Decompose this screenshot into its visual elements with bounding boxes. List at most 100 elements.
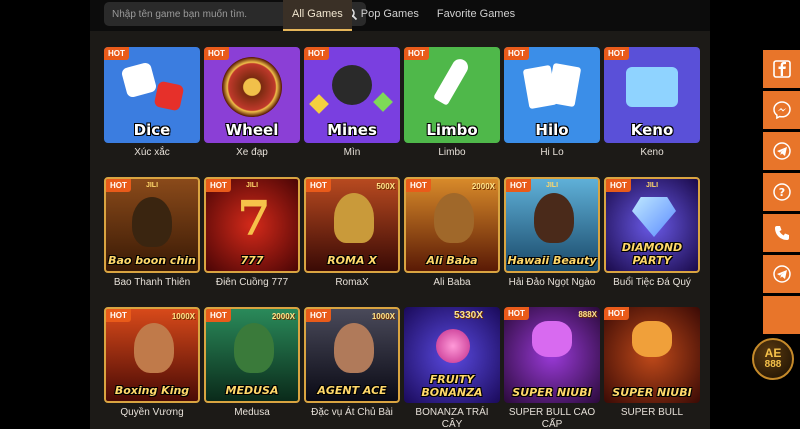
multiplier-badge: 1000X xyxy=(171,312,195,321)
tile-label: Mines xyxy=(327,121,377,139)
tile-label: SUPER NIUBI xyxy=(512,386,592,399)
svg-text:?: ? xyxy=(778,186,784,199)
telegram-button-2[interactable] xyxy=(763,255,800,293)
game-name: Medusa xyxy=(234,407,270,418)
hot-badge: HOT xyxy=(604,307,629,320)
game-card-hilo[interactable]: HOT Hilo Hi Lo xyxy=(504,47,600,159)
game-name: SUPER BULL CAO CẤP xyxy=(508,407,596,429)
help-button[interactable]: ? xyxy=(763,173,800,211)
ae888-chat-badge[interactable]: AE 888 xyxy=(752,338,794,380)
game-card-ali-baba[interactable]: HOT 2000X Ali Baba Ali Baba xyxy=(404,177,500,289)
tile-label: Hilo xyxy=(535,121,569,139)
game-thumbnail[interactable]: HOT JILI Hawaii Beauty xyxy=(504,177,600,273)
game-card-super-bull-deluxe[interactable]: HOT 888X SUPER NIUBI SUPER BULL CAO CẤP xyxy=(504,307,600,429)
game-thumbnail[interactable]: 5330X FRUITY BONANZA xyxy=(404,307,500,403)
game-thumbnail[interactable]: HOT Wheel xyxy=(204,47,300,143)
game-name: Quyền Vương xyxy=(120,407,184,418)
game-thumbnail[interactable]: HOT 1000X AGENT ACE xyxy=(304,307,400,403)
hot-badge: HOT xyxy=(504,47,529,60)
multiplier-badge: 2000X xyxy=(271,312,295,321)
hot-badge: HOT xyxy=(206,179,231,192)
sidebar-blank-button[interactable] xyxy=(763,296,800,334)
tile-label: Keno xyxy=(630,121,674,139)
roulette-wheel-icon xyxy=(222,57,282,117)
game-name: Điên Cuồng 777 xyxy=(215,277,289,288)
game-thumbnail[interactable]: HOT Hilo xyxy=(504,47,600,143)
tile-label: SUPER NIUBI xyxy=(612,386,692,399)
game-name: Limbo xyxy=(438,147,466,158)
game-thumbnail[interactable]: HOT JILI Bao boon chin xyxy=(104,177,200,273)
dice-icon xyxy=(153,80,185,112)
messenger-icon xyxy=(772,101,791,120)
game-name: Đặc vụ Át Chủ Bài xyxy=(311,407,393,418)
seven-icon: 7 xyxy=(237,191,271,247)
game-card-medusa[interactable]: HOT 2000X MEDUSA Medusa xyxy=(204,307,300,419)
multiplier-badge: 500X xyxy=(376,182,395,191)
game-thumbnail[interactable]: HOT JILI 7 777 xyxy=(204,177,300,273)
hot-badge: HOT xyxy=(604,47,629,60)
game-thumbnail[interactable]: HOT 2000X MEDUSA xyxy=(204,307,300,403)
game-card-bao-thanh-thien[interactable]: HOT JILI Bao boon chin Bao Thanh Thiên xyxy=(104,177,200,289)
game-card-fruity-bonanza[interactable]: 5330X FRUITY BONANZA BONANZA TRÁI CÂY xyxy=(404,307,500,429)
multiplier-badge: 888X xyxy=(578,310,597,319)
game-thumbnail[interactable]: HOT 888X SUPER NIUBI xyxy=(504,307,600,403)
chat-badge-line2: 888 xyxy=(764,359,782,370)
tile-label: Ali Baba xyxy=(426,254,478,267)
game-thumbnail[interactable]: HOT Dice xyxy=(104,47,200,143)
facebook-button[interactable] xyxy=(763,50,800,88)
tab-favorite-games[interactable]: Favorite Games xyxy=(428,0,524,31)
game-card-romax[interactable]: HOT 500X ROMA X RomaX xyxy=(304,177,400,289)
fruit-icon xyxy=(436,329,470,363)
tile-label: Wheel xyxy=(225,121,279,139)
hot-badge: HOT xyxy=(206,309,231,322)
multiplier-badge: 2000X xyxy=(471,182,495,191)
game-name: Xúc xắc xyxy=(134,147,170,158)
hot-badge: HOT xyxy=(304,47,329,60)
game-thumbnail[interactable]: HOT 2000X Ali Baba xyxy=(404,177,500,273)
phone-button[interactable] xyxy=(763,214,800,252)
game-name: Bao Thanh Thiên xyxy=(113,277,191,288)
messenger-button[interactable] xyxy=(763,91,800,129)
hot-badge: HOT xyxy=(406,179,431,192)
tile-label: Dice xyxy=(133,121,171,139)
game-card-diamond-party[interactable]: HOT JILI DIAMOND PARTY Buổi Tiệc Đá Quý xyxy=(604,177,700,289)
tile-label: Bao boon chin xyxy=(108,254,196,267)
hot-badge: HOT xyxy=(504,307,529,320)
tile-label: ROMA X xyxy=(327,254,377,267)
tab-all-games[interactable]: All Games xyxy=(283,0,352,31)
game-thumbnail[interactable]: HOT Limbo xyxy=(404,47,500,143)
game-thumbnail[interactable]: HOT Keno xyxy=(604,47,700,143)
top-bar: All Games Pop Games Favorite Games xyxy=(90,0,710,31)
game-card-hawaii-beauty[interactable]: HOT JILI Hawaii Beauty Hải Đảo Ngọt Ngào xyxy=(504,177,600,289)
game-thumbnail[interactable]: HOT SUPER NIUBI xyxy=(604,307,700,403)
keno-board-icon xyxy=(626,67,678,107)
hot-badge: HOT xyxy=(306,309,331,322)
game-thumbnail[interactable]: HOT 1000X Boxing King xyxy=(104,307,200,403)
game-card-mines[interactable]: HOT Mines Mìn xyxy=(304,47,400,159)
game-thumbnail[interactable]: HOT Mines xyxy=(304,47,400,143)
game-card-keno[interactable]: HOT Keno Keno xyxy=(604,47,700,159)
game-name: Mìn xyxy=(343,147,361,158)
game-name: Hi Lo xyxy=(540,147,564,158)
game-card-wheel[interactable]: HOT Wheel Xe đạp xyxy=(204,47,300,159)
tile-label: 777 xyxy=(240,254,264,267)
game-thumbnail[interactable]: HOT JILI DIAMOND PARTY xyxy=(604,177,700,273)
game-name: Buổi Tiệc Đá Quý xyxy=(613,277,691,288)
telegram-button[interactable] xyxy=(763,132,800,170)
tile-label: Boxing King xyxy=(114,384,190,397)
tile-label: MEDUSA xyxy=(225,384,279,397)
tile-label: FRUITY BONANZA xyxy=(421,373,483,399)
game-card-dice[interactable]: HOT Dice Xúc xắc xyxy=(104,47,200,159)
game-card-super-bull[interactable]: HOT SUPER NIUBI SUPER BULL xyxy=(604,307,700,419)
playing-card-icon xyxy=(546,62,582,108)
game-card-limbo[interactable]: HOT Limbo Limbo xyxy=(404,47,500,159)
tab-pop-games[interactable]: Pop Games xyxy=(352,0,428,31)
game-card-agent-ace[interactable]: HOT 1000X AGENT ACE Đặc vụ Át Chủ Bài xyxy=(304,307,400,419)
game-name: Keno xyxy=(640,147,664,158)
game-thumbnail[interactable]: HOT 500X ROMA X xyxy=(304,177,400,273)
tile-label: Limbo xyxy=(426,121,478,139)
game-card-crazy-777[interactable]: HOT JILI 7 777 Điên Cuồng 777 xyxy=(204,177,300,289)
chat-badge-line1: AE xyxy=(764,346,782,360)
game-card-boxing-king[interactable]: HOT 1000X Boxing King Quyền Vương xyxy=(104,307,200,419)
category-tabs: All Games Pop Games Favorite Games xyxy=(283,0,524,31)
